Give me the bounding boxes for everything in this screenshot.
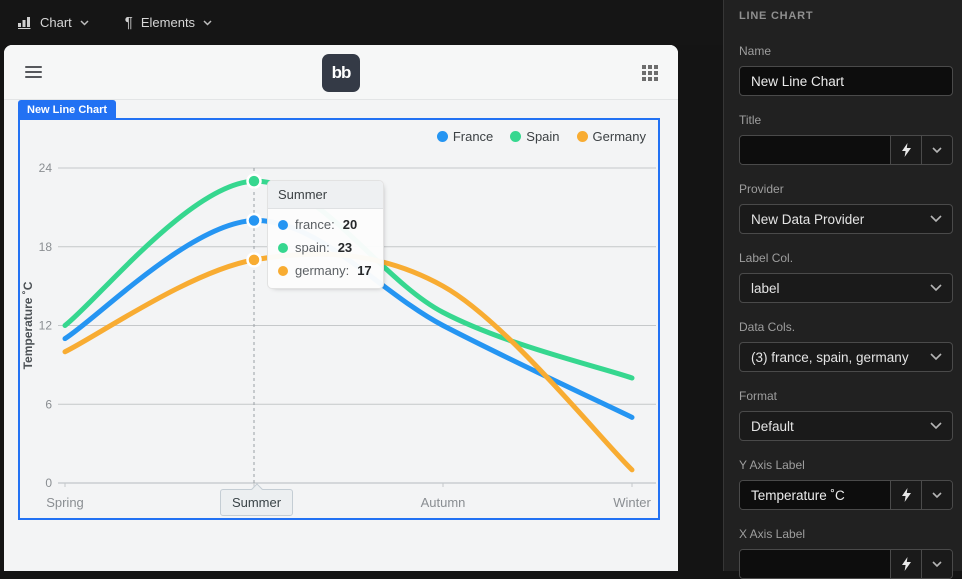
legend-dot-spain (510, 131, 522, 142)
data-cols-select-value: (3) france, spain, germany (751, 349, 909, 365)
paragraph-icon: ¶ (124, 14, 133, 31)
y-axis-title: Temperature ˚C (21, 281, 35, 369)
crosshair-category-label: Summer (220, 483, 293, 516)
name-field-label: Name (739, 44, 772, 58)
tooltip-label: germany: (295, 263, 350, 278)
chart-legend: France Spain Germany (436, 129, 646, 144)
chevron-down-icon (930, 284, 942, 292)
x-axis-input-group (739, 549, 953, 579)
label-col-select[interactable]: label (739, 273, 953, 303)
tooltip-value: 20 (342, 217, 358, 232)
elements-menu[interactable]: ¶ Elements (125, 15, 212, 30)
legend-label-france: France (452, 129, 494, 144)
format-field-label: Format (739, 389, 778, 403)
label-col-field-label: Label Col. (739, 251, 794, 265)
tooltip-value: 23 (337, 240, 353, 255)
tooltip-dot-spain (278, 242, 288, 253)
x-axis-dropdown-button[interactable] (921, 550, 952, 578)
preview-nav-header: bb (4, 45, 678, 100)
name-input[interactable] (739, 66, 953, 96)
lightning-bolt-icon (901, 488, 911, 502)
title-binding-button[interactable] (890, 136, 921, 164)
component-selection-badge: New Line Chart (18, 100, 117, 120)
tooltip-value: 17 (357, 263, 372, 278)
lightning-bolt-icon (901, 557, 911, 571)
chart-tooltip: Summer france: 20 spain: 23 germany: 17 (267, 180, 384, 289)
tooltip-label: france: (295, 217, 335, 232)
x-axis-input[interactable] (740, 550, 890, 578)
marker-germany[interactable] (246, 252, 262, 268)
legend-label-germany: Germany (592, 129, 646, 144)
title-input-group (739, 135, 953, 165)
chevron-down-icon (930, 422, 942, 430)
tooltip-label: spain: (295, 240, 330, 255)
data-cols-select[interactable]: (3) france, spain, germany (739, 342, 953, 372)
chevron-down-icon (932, 560, 942, 567)
x-axis-field-label: X Axis Label (739, 527, 806, 541)
elements-menu-label: Elements (140, 15, 196, 30)
y-axis-input[interactable] (740, 481, 890, 509)
hamburger-menu-icon[interactable] (25, 66, 42, 81)
y-axis-input-group (739, 480, 953, 510)
x-axis-binding-button[interactable] (890, 550, 921, 578)
settings-panel: LINE CHART Name Title Provider New Data … (723, 0, 962, 579)
tooltip-dot-germany (278, 265, 288, 276)
provider-field-label: Provider (739, 182, 784, 196)
legend-dot-germany (576, 131, 588, 142)
lightning-bolt-icon (901, 143, 911, 157)
title-dropdown-button[interactable] (921, 136, 952, 164)
x-axis-label: Autumn (421, 495, 466, 510)
y-tick-label: 18 (39, 240, 53, 254)
legend-label-spain: Spain (526, 129, 560, 144)
legend-item-spain[interactable]: Spain (510, 129, 560, 144)
label-col-select-value: label (751, 280, 780, 296)
chevron-down-icon (80, 19, 89, 26)
marker-spain[interactable] (246, 173, 262, 189)
chevron-down-icon (930, 215, 942, 223)
app-preview: bb New Line Chart 0 6 12 18 24 Spring Summer Au… (4, 45, 678, 571)
chevron-down-icon (203, 19, 212, 26)
format-select-value: Default (751, 418, 794, 434)
legend-dot-france (436, 131, 448, 142)
tooltip-title: Summer (268, 181, 383, 209)
y-tick-label: 24 (39, 161, 53, 175)
y-axis-dropdown-button[interactable] (921, 481, 952, 509)
chevron-down-icon (932, 146, 942, 153)
y-tick-label: 6 (45, 397, 52, 411)
crosshair-category-text: Summer (231, 495, 282, 510)
data-cols-field-label: Data Cols. (739, 320, 796, 334)
chevron-down-icon (930, 353, 942, 361)
tooltip-row-germany: germany: 17 (268, 255, 383, 288)
title-field-label: Title (739, 113, 762, 127)
legend-item-germany[interactable]: Germany (576, 129, 646, 144)
app-logo: bb (322, 54, 360, 92)
provider-select-value: New Data Provider (751, 211, 865, 227)
y-axis-field-label: Y Axis Label (739, 458, 805, 472)
bar-chart-icon (18, 17, 31, 29)
format-select[interactable]: Default (739, 411, 953, 441)
apps-grid-icon[interactable] (642, 65, 658, 81)
x-axis-label: Spring (46, 495, 84, 510)
chart-menu-label: Chart (40, 15, 72, 30)
tooltip-row-france: france: 20 (268, 209, 383, 232)
x-axis-label: Winter (613, 495, 651, 510)
marker-france[interactable] (246, 212, 262, 229)
legend-item-france[interactable]: France (436, 129, 494, 144)
chevron-down-icon (932, 491, 942, 498)
y-tick-label: 0 (45, 476, 52, 490)
tooltip-row-spain: spain: 23 (268, 232, 383, 255)
tooltip-dot-france (278, 219, 288, 230)
title-input[interactable] (740, 136, 890, 164)
y-axis-binding-button[interactable] (890, 481, 921, 509)
line-chart-component[interactable]: New Line Chart 0 6 12 18 24 Spring Summer Autum… (18, 100, 660, 520)
panel-title: LINE CHART (739, 10, 814, 22)
provider-select[interactable]: New Data Provider (739, 204, 953, 234)
y-tick-label: 12 (39, 319, 53, 333)
chart-menu[interactable]: Chart (18, 15, 89, 30)
